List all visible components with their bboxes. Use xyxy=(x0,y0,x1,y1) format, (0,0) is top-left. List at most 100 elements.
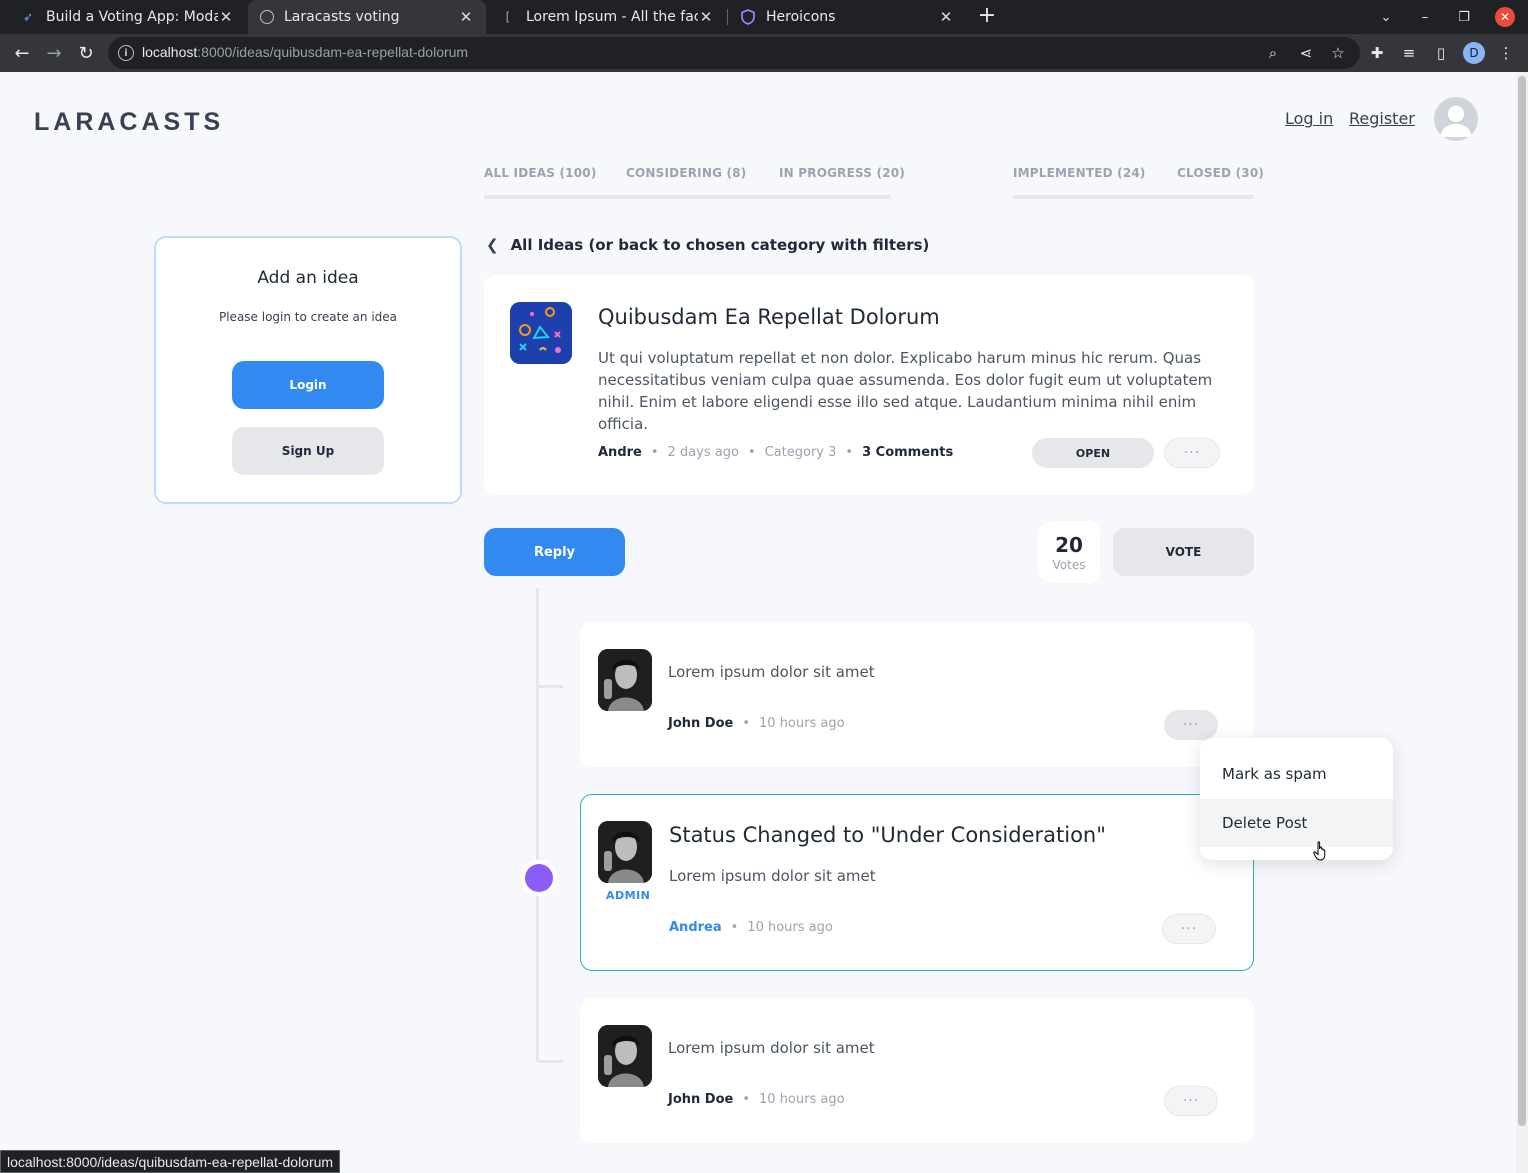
globe-icon xyxy=(260,10,274,24)
reply-button[interactable]: Reply xyxy=(484,528,625,576)
timeline-connector xyxy=(539,685,563,688)
browser-menu-icon[interactable]: ⋮ xyxy=(1496,43,1516,63)
meta-separator: • xyxy=(742,1092,751,1107)
votes-label: Votes xyxy=(1052,558,1086,572)
portrait-image xyxy=(598,821,652,883)
comment-text: Lorem ipsum dolor sit amet xyxy=(669,867,876,885)
tab-title: Build a Voting App: Moda xyxy=(46,9,218,25)
comment-author: John Doe xyxy=(668,1092,734,1107)
idea-comments-count[interactable]: 3 Comments xyxy=(862,445,953,460)
window-close-icon[interactable]: ✕ xyxy=(1495,7,1515,27)
tab-title: Laracasts voting xyxy=(284,9,400,25)
link-status-bar: localhost:8000/ideas/quibusdam-ea-repell… xyxy=(0,1150,341,1173)
idea-author: Andre xyxy=(598,445,642,460)
portrait-image xyxy=(598,1025,652,1087)
comment-actions-dropdown: Mark as spam Delete Post xyxy=(1200,738,1393,860)
votes-counter: 20 Votes xyxy=(1038,521,1100,583)
meta-separator: • xyxy=(747,445,756,460)
site-logo[interactable]: LARACASTS xyxy=(34,108,224,137)
laracasts-favicon-icon: ➶ xyxy=(22,10,34,24)
profile-avatar[interactable]: D xyxy=(1463,42,1485,64)
back-link-label: All Ideas (or back to chosen category wi… xyxy=(510,236,930,254)
nav-underline xyxy=(1013,195,1254,199)
url-path: :8000/ideas/quibusdam-ea-repellat-doloru… xyxy=(197,44,469,60)
status-badge: OPEN xyxy=(1032,438,1154,468)
chevron-left-icon: ❮ xyxy=(486,236,499,254)
admin-status-comment: ADMIN Status Changed to "Under Considera… xyxy=(580,794,1254,971)
tab-all-ideas[interactable]: ALL IDEAS (100) xyxy=(484,166,597,180)
back-arrow-icon[interactable]: ← xyxy=(9,40,35,66)
address-bar[interactable]: i localhost:8000/ideas/quibusdam-ea-repe… xyxy=(108,37,1360,69)
timeline-line xyxy=(536,588,539,1062)
browser-tab[interactable]: ➶ Build a Voting App: Moda ✕ xyxy=(8,0,246,34)
close-tab-icon[interactable]: ✕ xyxy=(938,8,954,26)
close-tab-icon[interactable]: ✕ xyxy=(698,8,714,26)
idea-description: Ut qui voluptatum repellat et non dolor.… xyxy=(598,349,1213,433)
status-change-dot xyxy=(521,860,557,896)
idea-meta: Andre • 2 days ago • Category 3 • 3 Comm… xyxy=(598,445,953,460)
comment-more-button[interactable]: ··· xyxy=(1162,914,1216,944)
timeline-connector xyxy=(539,1060,563,1063)
close-tab-icon[interactable]: ✕ xyxy=(458,8,474,26)
delete-post-item[interactable]: Delete Post xyxy=(1200,799,1393,847)
lorem-favicon-icon: [ xyxy=(505,10,511,24)
register-link[interactable]: Register xyxy=(1349,109,1415,128)
comment-time: 10 hours ago xyxy=(759,716,845,731)
comment-time: 10 hours ago xyxy=(759,1092,845,1107)
site-info-icon[interactable]: i xyxy=(118,45,134,61)
new-tab-icon[interactable]: + xyxy=(976,4,998,30)
close-tab-icon[interactable]: ✕ xyxy=(218,8,234,26)
admin-badge: ADMIN xyxy=(606,889,651,902)
comment-card: Lorem ipsum dolor sit amet John Doe • 10… xyxy=(580,622,1254,767)
side-panel-icon[interactable]: ▯ xyxy=(1431,43,1451,63)
back-link[interactable]: ❮ All Ideas (or back to chosen category … xyxy=(486,236,929,254)
commenter-avatar[interactable] xyxy=(598,649,652,711)
idea-thumbnail xyxy=(510,302,572,364)
comment-meta: John Doe • 10 hours ago xyxy=(668,716,845,731)
bookmark-star-icon[interactable]: ☆ xyxy=(1328,43,1348,63)
idea-more-button[interactable]: ··· xyxy=(1164,438,1220,468)
browser-tab[interactable]: [ Lorem Ipsum - All the fact ✕ xyxy=(488,0,726,34)
tab-implemented[interactable]: IMPLEMENTED (24) xyxy=(1013,166,1146,180)
extensions-puzzle-icon[interactable]: ✚ xyxy=(1367,43,1387,63)
login-link[interactable]: Log in xyxy=(1285,109,1333,128)
user-silhouette-icon xyxy=(1440,106,1472,137)
tab-considering[interactable]: CONSIDERING (8) xyxy=(626,166,746,180)
share-icon[interactable]: ⋖ xyxy=(1296,43,1316,63)
browser-tab[interactable]: Heroicons ✕ xyxy=(728,0,966,34)
browser-toolbar: ← → ↻ i localhost:8000/ideas/quibusdam-e… xyxy=(0,34,1528,72)
comment-more-button[interactable]: ··· xyxy=(1164,1086,1218,1116)
mark-as-spam-item[interactable]: Mark as spam xyxy=(1200,750,1393,798)
meta-separator: • xyxy=(742,716,751,731)
vote-button[interactable]: VOTE xyxy=(1113,528,1254,576)
user-avatar[interactable] xyxy=(1434,97,1478,141)
comment-more-button[interactable]: ··· xyxy=(1164,710,1218,740)
add-idea-card: Add an idea Please login to create an id… xyxy=(154,236,462,504)
comment-card: Lorem ipsum dolor sit amet John Doe • 10… xyxy=(580,998,1254,1143)
media-control-icon[interactable]: ≡ xyxy=(1399,43,1419,63)
meta-separator: • xyxy=(730,920,739,935)
commenter-avatar[interactable] xyxy=(598,1025,652,1087)
admin-avatar[interactable] xyxy=(598,821,652,883)
login-button[interactable]: Login xyxy=(232,361,384,409)
meta-separator: • xyxy=(845,445,854,460)
idea-title[interactable]: Quibusdam Ea Repellat Dolorum xyxy=(598,305,940,329)
comment-meta: John Doe • 10 hours ago xyxy=(668,1092,845,1107)
idea-thumbnail-art xyxy=(510,302,572,364)
status-change-dot-fill xyxy=(525,864,553,892)
tab-in-progress[interactable]: IN PROGRESS (20) xyxy=(779,166,905,180)
restore-icon[interactable]: ❐ xyxy=(1447,0,1481,34)
page-scrollbar-thumb[interactable] xyxy=(1518,76,1526,1126)
browser-tabstrip: ➶ Build a Voting App: Moda ✕ Laracasts v… xyxy=(0,0,1528,34)
tab-search-chevron-icon[interactable]: ⌄ xyxy=(1369,0,1403,34)
zoom-icon[interactable]: ⌕ xyxy=(1263,43,1283,63)
forward-arrow-icon[interactable]: → xyxy=(41,40,67,66)
browser-tab-active[interactable]: Laracasts voting ✕ xyxy=(248,0,486,34)
reload-icon[interactable]: ↻ xyxy=(73,40,99,66)
signup-button[interactable]: Sign Up xyxy=(232,427,384,475)
tab-closed[interactable]: CLOSED (30) xyxy=(1177,166,1264,180)
idea-time: 2 days ago xyxy=(667,445,739,460)
minimize-icon[interactable]: – xyxy=(1408,0,1442,34)
portrait-image xyxy=(598,649,652,711)
url-text[interactable]: localhost:8000/ideas/quibusdam-ea-repell… xyxy=(142,44,468,60)
